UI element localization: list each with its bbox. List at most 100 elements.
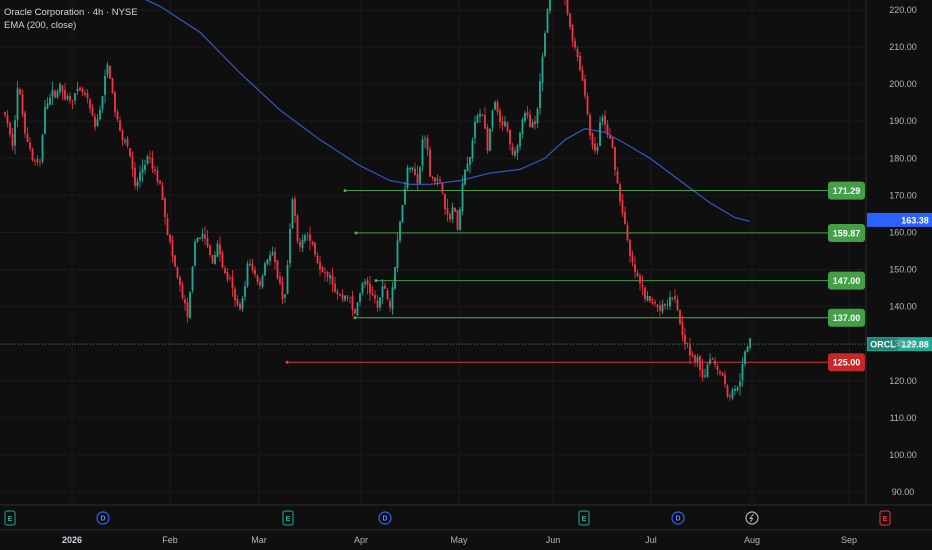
indicator-title[interactable]: EMA (200, close) xyxy=(4,19,138,32)
price-tick-label: 170.00 xyxy=(889,190,917,200)
candle-body xyxy=(124,140,126,142)
candle-body xyxy=(356,302,359,316)
candle-body xyxy=(169,234,171,242)
candle-body xyxy=(719,371,721,374)
candle-body xyxy=(669,297,671,307)
candle-body xyxy=(224,268,226,274)
candle-body xyxy=(339,294,341,296)
level-anchor[interactable] xyxy=(285,360,289,364)
candle-body xyxy=(291,199,294,229)
candle-body xyxy=(206,237,209,247)
candle-body xyxy=(446,208,449,215)
candle-body xyxy=(226,272,229,280)
chart-root[interactable]: 171.29 159.87 147.00 137.00 125.00 ORCL 129.8… xyxy=(0,0,932,550)
candle-body xyxy=(519,132,521,147)
level-anchor[interactable] xyxy=(353,316,357,320)
candle-body xyxy=(584,79,586,96)
time-tick-label: Apr xyxy=(354,535,368,545)
candle-body xyxy=(214,255,216,265)
candle-body xyxy=(636,272,639,277)
candle-body xyxy=(99,109,101,120)
candle-body xyxy=(326,271,329,277)
candle-body xyxy=(4,112,6,115)
candle-body xyxy=(84,92,86,95)
candle-body xyxy=(49,97,51,105)
candle-body xyxy=(61,85,64,92)
candle-body xyxy=(656,304,659,308)
candle-body xyxy=(261,276,264,287)
candle-body xyxy=(606,124,609,135)
candle-body xyxy=(39,161,41,163)
candle-body xyxy=(29,142,31,149)
candle-body xyxy=(464,169,466,185)
candle-body xyxy=(381,286,384,298)
price-axis: 220.00 210.00 200.00 190.00 180.00 170.00 160.… xyxy=(865,0,917,505)
candle-body xyxy=(576,48,579,58)
candle-body xyxy=(106,64,109,75)
candle-body xyxy=(586,95,589,115)
level-tag-label: 137.00 xyxy=(833,313,861,323)
candle-body xyxy=(549,0,551,11)
candle-body xyxy=(661,304,664,312)
candle-body xyxy=(294,198,296,216)
lightning-icon xyxy=(748,513,754,523)
candle-body xyxy=(466,163,469,172)
candle-body xyxy=(514,151,516,156)
candle-body xyxy=(611,137,614,148)
level-anchor[interactable] xyxy=(354,231,358,235)
candle-body xyxy=(71,100,74,102)
candle-body xyxy=(744,351,746,365)
candle-body xyxy=(739,381,741,387)
candle-body xyxy=(574,40,576,48)
candle-body xyxy=(431,176,434,178)
candle-body xyxy=(691,354,694,355)
candle-body xyxy=(231,277,234,288)
candle-body xyxy=(619,184,621,202)
price-chart[interactable]: 171.29 159.87 147.00 137.00 125.00 ORCL 129.8… xyxy=(0,0,932,550)
candle-body xyxy=(621,200,624,214)
candle-body xyxy=(496,102,499,112)
candle-body xyxy=(171,239,174,257)
candle-body xyxy=(79,87,81,91)
ema-200-line[interactable] xyxy=(120,0,751,222)
candle-body xyxy=(671,297,674,299)
level-anchor[interactable] xyxy=(343,189,347,193)
candle-body xyxy=(701,368,704,378)
candle-body xyxy=(501,121,504,125)
candle-body xyxy=(234,288,236,301)
level-anchor[interactable] xyxy=(374,279,378,283)
price-tick-label: 190.00 xyxy=(889,116,917,126)
candle-body xyxy=(41,135,44,162)
candle-body xyxy=(114,92,116,113)
candle-body xyxy=(184,299,186,304)
candle-body xyxy=(259,281,261,286)
candle-body xyxy=(484,115,486,129)
candle-body xyxy=(684,335,686,345)
candle-body xyxy=(174,255,176,267)
dividend-marker-label: D xyxy=(100,516,105,523)
candle-body xyxy=(591,133,594,146)
candle-body xyxy=(76,88,79,92)
candle-body xyxy=(539,81,541,109)
candle-body xyxy=(136,181,139,186)
candle-body xyxy=(256,275,259,282)
candle-body xyxy=(474,121,476,139)
candle-body xyxy=(604,115,606,125)
candle-body xyxy=(706,364,709,377)
candle-body xyxy=(244,285,246,297)
candle-body xyxy=(289,228,291,264)
symbol-title[interactable]: Oracle Corporation · 4h · NYSE xyxy=(4,6,138,19)
candle-body xyxy=(599,122,601,146)
ema-value-label: 163.38 xyxy=(901,215,929,225)
candle-body xyxy=(666,304,669,306)
price-tick-label: 110.00 xyxy=(890,413,917,423)
price-tick-label: 90.00 xyxy=(892,487,915,497)
candle-body xyxy=(9,123,11,135)
candle-body xyxy=(19,89,21,95)
candle-body xyxy=(749,338,751,348)
candle-body xyxy=(709,359,711,364)
candle-body xyxy=(344,295,346,300)
candle-body xyxy=(126,138,129,147)
candle-body xyxy=(609,135,611,139)
candle-body xyxy=(221,252,224,268)
